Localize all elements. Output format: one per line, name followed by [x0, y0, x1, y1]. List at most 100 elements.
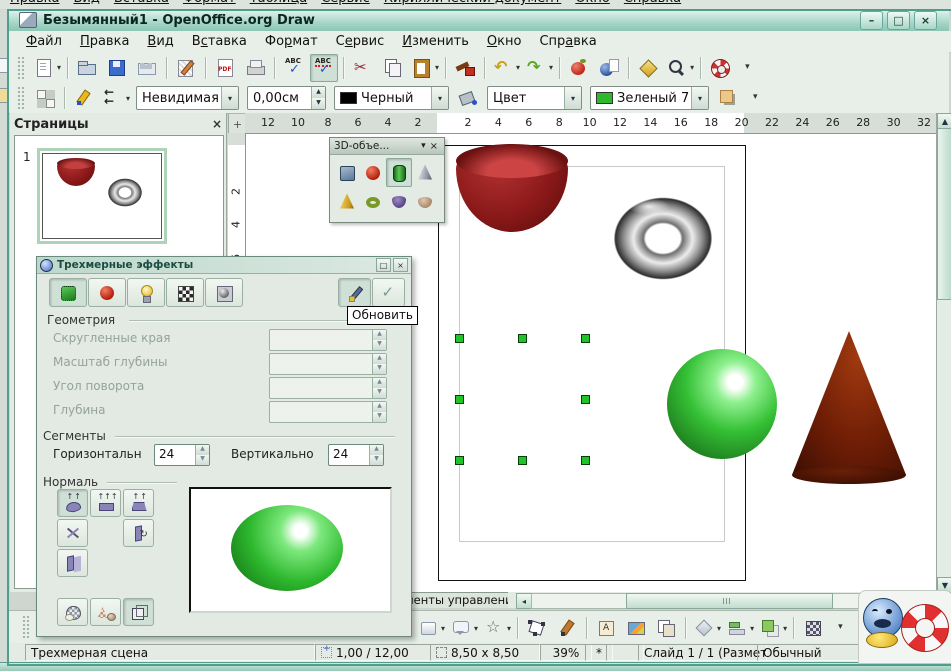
- flat-button[interactable]: [90, 489, 121, 517]
- glue-points-button[interactable]: [553, 614, 581, 642]
- menu-item[interactable]: Изменить: [393, 33, 478, 50]
- menu-item[interactable]: Окно: [478, 33, 531, 50]
- zoom-button[interactable]: ▾: [664, 54, 695, 82]
- toolbar-options-button[interactable]: [829, 614, 857, 642]
- new-button[interactable]: ▾: [31, 54, 62, 82]
- menu-item[interactable]: Справка: [530, 33, 605, 50]
- pdf-export-button[interactable]: [211, 54, 239, 82]
- redo-button[interactable]: ▾: [523, 54, 554, 82]
- minimize-button[interactable]: –: [860, 11, 883, 30]
- maximize-button[interactable]: □: [887, 11, 910, 30]
- torus-3d-button[interactable]: [360, 187, 386, 216]
- shading-tab-button[interactable]: [88, 278, 126, 307]
- spinner-arrows[interactable]: ▲▼: [195, 445, 209, 465]
- chevron-down-icon[interactable]: ▾: [435, 63, 439, 72]
- open-button[interactable]: [73, 54, 101, 82]
- save-button[interactable]: [103, 54, 131, 82]
- chevron-down-icon[interactable]: ▾: [441, 624, 445, 633]
- chevron-down-icon[interactable]: ▾: [717, 624, 721, 633]
- background-menu-item[interactable]: Таблица: [250, 0, 308, 6]
- vertical-scrollbar-thumb[interactable]: [937, 128, 951, 300]
- callouts-button[interactable]: ▾: [448, 614, 479, 642]
- chevron-down-icon[interactable]: ▾: [126, 94, 130, 103]
- shadow-tool-button[interactable]: [714, 84, 742, 112]
- clone-button[interactable]: [652, 614, 680, 642]
- sphere-3d-object-selected[interactable]: [667, 349, 777, 459]
- torus-3d-object[interactable]: [605, 190, 721, 287]
- line-style-combo[interactable]: Невидимая ▾: [136, 86, 239, 110]
- background-menu-item[interactable]: Вид: [73, 0, 99, 6]
- horizontal-ruler[interactable]: 121086422468101214161820222426283032: [245, 113, 936, 134]
- close-button[interactable]: ×: [914, 11, 937, 30]
- rotate-button[interactable]: ▾: [691, 614, 722, 642]
- window-titlebar[interactable]: Безымянный1 - OpenOffice.org Draw – □ ×: [7, 9, 949, 32]
- cone-3d-object[interactable]: [792, 331, 906, 484]
- chevron-down-icon[interactable]: ▾: [690, 63, 694, 72]
- fill-color-combo[interactable]: Зеленый 7 ▾: [590, 86, 709, 110]
- page-thumbnail[interactable]: [37, 148, 167, 244]
- scroll-up-icon[interactable]: ▲: [937, 113, 951, 129]
- alignment-button[interactable]: ▾: [724, 614, 755, 642]
- format-paintbrush-button[interactable]: [451, 54, 479, 82]
- stars-button[interactable]: ▾: [481, 614, 512, 642]
- geometry-tab-button[interactable]: [49, 278, 87, 307]
- invert-normals-button[interactable]: [57, 519, 88, 547]
- illumination-tab-button[interactable]: [127, 278, 165, 307]
- spherical-button[interactable]: [123, 489, 154, 517]
- chevron-down-icon[interactable]: ▾: [57, 63, 61, 72]
- chevron-down-icon[interactable]: ▾: [431, 87, 448, 109]
- arrow-ends-button[interactable]: ▾: [100, 84, 131, 112]
- convert-to-lathe-button[interactable]: [90, 598, 121, 626]
- assign-button[interactable]: [372, 278, 405, 307]
- layer-tab[interactable]: менты управления: [398, 592, 508, 608]
- close-icon[interactable]: ×: [428, 141, 440, 152]
- email-button[interactable]: [133, 54, 161, 82]
- 3d-objects-toolbar[interactable]: 3D-объе... ▾ ×: [329, 137, 445, 223]
- two-sided-illumination-button[interactable]: [123, 519, 154, 547]
- copy-button[interactable]: [379, 54, 407, 82]
- menu-item[interactable]: Вставка: [183, 33, 256, 50]
- page[interactable]: [438, 145, 746, 581]
- status-view-name[interactable]: Обычный: [757, 644, 865, 661]
- dialog-titlebar[interactable]: Трехмерные эффекты □ ×: [37, 257, 411, 274]
- paste-button[interactable]: ▾: [409, 54, 440, 82]
- line-width-spinner[interactable]: 0,00см ▲▼: [247, 86, 326, 110]
- desktop-widget[interactable]: [858, 590, 951, 662]
- background-menu-item[interactable]: Вставка: [114, 0, 169, 6]
- edit-file-button[interactable]: [172, 54, 200, 82]
- dock-button[interactable]: □: [376, 258, 391, 272]
- toolbar-options-button[interactable]: [744, 84, 772, 112]
- selection-handle[interactable]: [518, 456, 527, 465]
- menu-item[interactable]: Вид: [138, 33, 182, 50]
- toolbar-options-button[interactable]: [736, 54, 764, 82]
- line-color-combo[interactable]: Черный ▾: [334, 86, 449, 110]
- close-button[interactable]: ×: [393, 258, 408, 272]
- chevron-down-icon[interactable]: ▾: [474, 624, 478, 633]
- object-specific-button[interactable]: [57, 489, 88, 517]
- hyperlink-button[interactable]: [565, 54, 593, 82]
- convert-to-3d-button[interactable]: [57, 598, 88, 626]
- chevron-down-icon[interactable]: ▾: [419, 141, 428, 151]
- toolbar-grip[interactable]: [22, 615, 29, 639]
- background-menu-item[interactable]: Окно: [575, 0, 610, 6]
- menu-item[interactable]: Правка: [71, 33, 138, 50]
- cone-3d-button[interactable]: [412, 158, 438, 187]
- chevron-down-icon[interactable]: ▾: [783, 624, 787, 633]
- snap-grid-button[interactable]: [31, 84, 59, 112]
- menu-item[interactable]: Формат: [256, 33, 327, 50]
- vertical-segments-spinner[interactable]: 24 ▲▼: [328, 444, 384, 466]
- gallery-button[interactable]: [595, 54, 623, 82]
- insert-picture-button[interactable]: [622, 614, 650, 642]
- horizontal-scrollbar-thumb[interactable]: [626, 593, 833, 609]
- toolbar-grip[interactable]: [17, 86, 24, 110]
- chevron-down-icon[interactable]: ▾: [507, 624, 511, 633]
- update-button[interactable]: [338, 278, 371, 307]
- fill-style-combo[interactable]: Цвет ▾: [487, 86, 582, 110]
- basic-shapes-button[interactable]: ▾: [415, 614, 446, 642]
- material-tab-button[interactable]: [205, 278, 243, 307]
- spinner-arrows[interactable]: ▲▼: [311, 87, 325, 109]
- selection-handle[interactable]: [581, 395, 590, 404]
- scroll-left-icon[interactable]: ◂: [516, 593, 532, 609]
- background-menu-item[interactable]: Сервис: [321, 0, 370, 6]
- chevron-down-icon[interactable]: ▾: [564, 87, 581, 109]
